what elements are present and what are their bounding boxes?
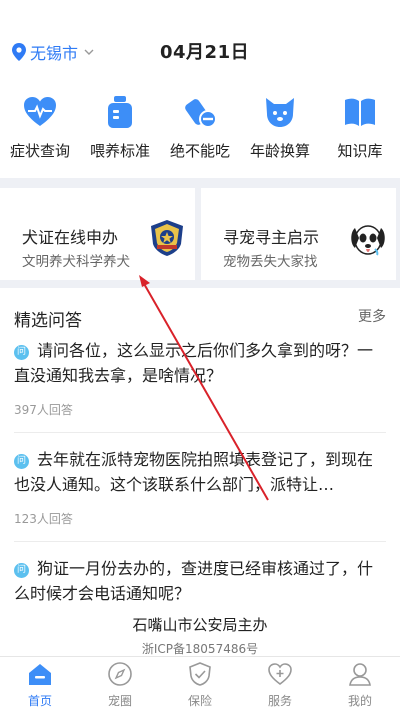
location-pin-icon [12, 43, 26, 61]
quick-icon-knowledge[interactable]: 知识库 [320, 88, 400, 174]
compass-icon [108, 662, 132, 686]
tab-label: 首页 [27, 694, 52, 708]
qa-item[interactable]: 问狗证一月份去办的，查进度已经审核通过了，什么时候才会电话通知呢？ [0, 556, 400, 606]
question-text: 去年就在派特宠物医院拍照填表登记了，到现在也没人通知。这个该联系什么部门，派特让… [14, 450, 374, 494]
user-icon [349, 663, 371, 686]
answer-count: 123人回答 [14, 512, 73, 526]
heartbeat-icon [24, 97, 56, 126]
divider [14, 432, 386, 433]
chevron-down-icon [84, 49, 94, 55]
question-badge-icon: 问 [14, 454, 29, 469]
lost-pet-card[interactable]: 寻宠寻主启示 宠物丢失大家找 [201, 188, 396, 280]
tab-profile[interactable]: 我的 [320, 657, 400, 711]
quick-icon-label: 喂养标准 [89, 142, 150, 160]
qa-header: 精选问答 更多 [0, 292, 400, 338]
feature-cards: 犬证在线申办 文明养犬科学养犬 寻宠寻主启示 宠物丢失大家找 [0, 178, 400, 288]
tab-home[interactable]: 首页 [0, 657, 80, 711]
current-date: 04月21日 [160, 42, 250, 63]
tab-insurance[interactable]: 保险 [160, 657, 240, 711]
qa-question: 问去年就在派特宠物医院拍照填表登记了，到现在也没人通知。这个该联系什么部门，派特… [14, 447, 386, 497]
qa-item[interactable]: 问去年就在派特宠物医院拍照填表登记了，到现在也没人通知。这个该联系什么部门，派特… [0, 447, 400, 542]
shield-check-icon [189, 662, 211, 686]
quick-icon-symptom[interactable]: 症状查询 [0, 88, 80, 174]
forbidden-food-icon [185, 99, 217, 128]
tab-label: 宠圈 [107, 694, 132, 708]
organizer-text: 石嘴山市公安局主办 [132, 616, 268, 634]
question-badge-icon: 问 [14, 345, 29, 360]
divider [14, 541, 386, 542]
dog-license-card[interactable]: 犬证在线申办 文明养犬科学养犬 [0, 188, 195, 280]
police-badge-icon [151, 220, 183, 256]
more-link[interactable]: 更多 [358, 306, 386, 326]
tab-label: 保险 [187, 694, 212, 708]
qa-question: 问狗证一月份去办的，查进度已经审核通过了，什么时候才会电话通知呢？ [14, 556, 386, 606]
featured-qa-section: 精选问答 更多 问请问各位，这么显示之后你们多久拿到的呀？一直没通知我去拿，是啥… [0, 292, 400, 606]
icp-number: 浙ICP备18057486号 [141, 642, 259, 656]
quick-icon-label: 年龄换算 [249, 142, 310, 160]
footer-info: 石嘴山市公安局主办 浙ICP备18057486号 [0, 602, 400, 656]
quick-icon-forbidden[interactable]: 绝不能吃 [160, 88, 240, 174]
card-subtitle: 文明养犬科学养犬 [22, 254, 130, 270]
food-bottle-icon [108, 96, 132, 128]
dog-face-icon [351, 225, 385, 256]
header: 无锡市 04月21日 [0, 0, 400, 88]
quick-icon-age[interactable]: 年龄换算 [240, 88, 320, 174]
quick-icons-row: 症状查询 喂养标准 绝不能吃 年龄换算 知识库 [0, 88, 400, 174]
heart-plus-icon [268, 663, 292, 686]
book-icon [345, 98, 375, 126]
quick-icon-label: 绝不能吃 [169, 142, 230, 160]
qa-item[interactable]: 问请问各位，这么显示之后你们多久拿到的呀？一直没通知我去拿，是啥情况？ 397人… [0, 338, 400, 433]
question-text: 狗证一月份去办的，查进度已经审核通过了，什么时候才会电话通知呢？ [14, 559, 374, 603]
card-subtitle: 宠物丢失大家找 [223, 254, 318, 270]
question-badge-icon: 问 [14, 563, 29, 578]
quick-icon-feeding[interactable]: 喂养标准 [80, 88, 160, 174]
section-title: 精选问答 [14, 311, 82, 331]
tab-services[interactable]: 服务 [240, 657, 320, 711]
tab-label: 我的 [347, 694, 372, 708]
answer-count: 397人回答 [14, 403, 73, 417]
card-title: 犬证在线申办 [22, 228, 119, 247]
tab-pet-circle[interactable]: 宠圈 [80, 657, 160, 711]
tab-label: 服务 [267, 694, 292, 708]
city-name: 无锡市 [30, 44, 79, 63]
question-text: 请问各位，这么显示之后你们多久拿到的呀？一直没通知我去拿，是啥情况？ [14, 341, 374, 385]
city-selector[interactable]: 无锡市 [12, 40, 94, 64]
dog-face-icon [266, 98, 294, 127]
card-title: 寻宠寻主启示 [223, 228, 320, 247]
quick-icon-label: 知识库 [337, 142, 383, 160]
home-icon [29, 664, 51, 685]
qa-question: 问请问各位，这么显示之后你们多久拿到的呀？一直没通知我去拿，是啥情况？ [14, 338, 386, 388]
quick-icon-label: 症状查询 [9, 142, 70, 160]
bottom-tab-bar: 首页 宠圈 保险 服务 我的 [0, 656, 400, 711]
